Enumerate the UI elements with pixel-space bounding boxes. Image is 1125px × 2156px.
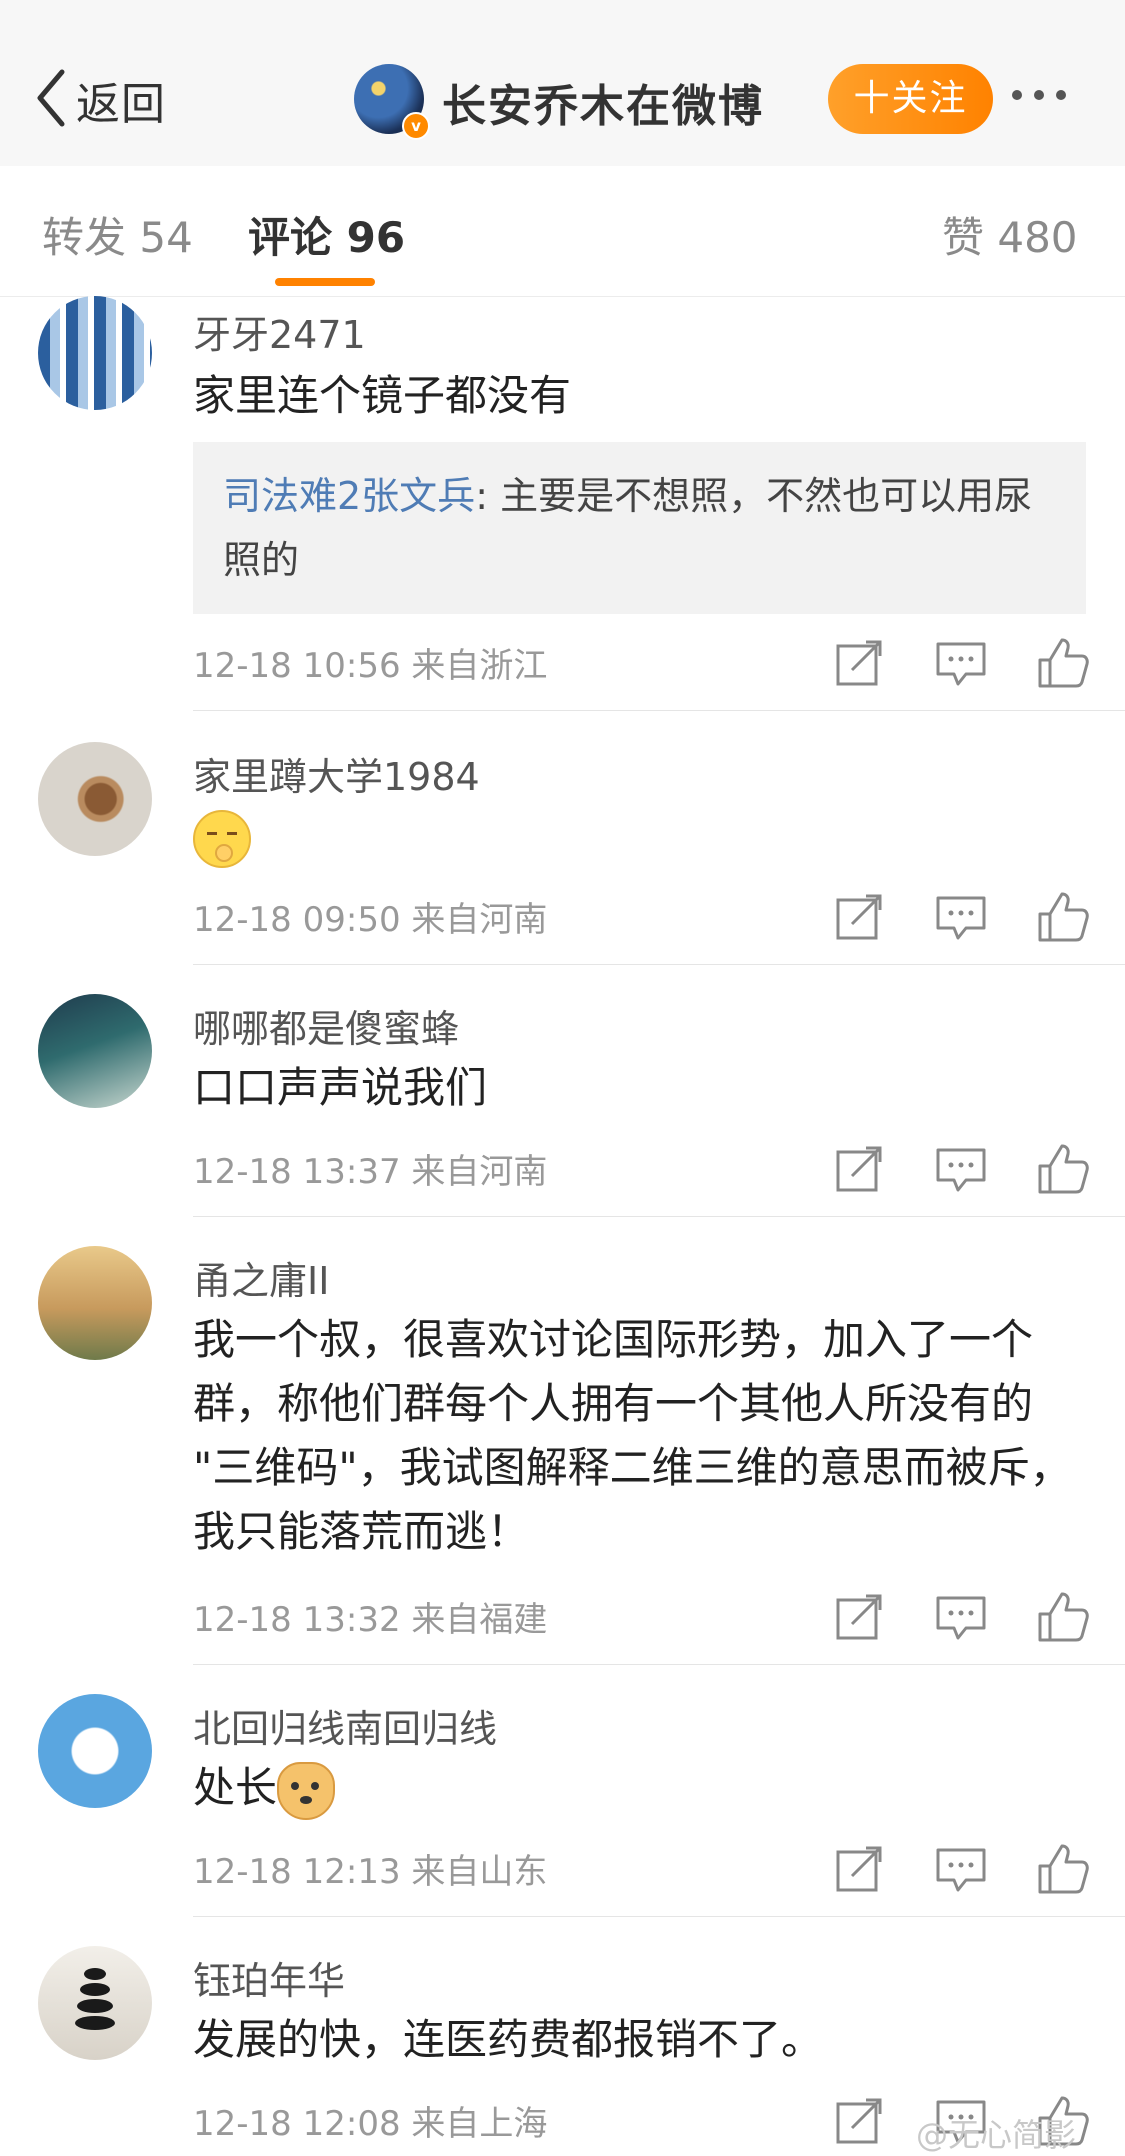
comment-username[interactable]: 北回归线南回归线 [193, 1698, 497, 1753]
comment-time: 12-18 13:37 [193, 1152, 401, 1192]
tab-bar: 转发 54 评论 96 赞 480 [0, 166, 1125, 297]
comment-actions [830, 1140, 1092, 1198]
comment-icon[interactable] [932, 888, 990, 946]
comment-icon[interactable] [932, 1140, 990, 1198]
comment-icon[interactable] [932, 1840, 990, 1898]
comment-actions [830, 1588, 1092, 1646]
comment-username[interactable]: 牙牙2471 [193, 304, 366, 359]
avatar[interactable] [38, 742, 152, 856]
thumbs-up-icon[interactable] [1034, 1140, 1092, 1198]
comment-time: 12-18 12:08 [193, 2104, 401, 2144]
repost-icon[interactable] [830, 1140, 888, 1198]
comment-text: 家里连个镜子都没有 [193, 371, 572, 420]
back-button[interactable]: 返回 [34, 62, 166, 138]
repost-icon[interactable] [830, 634, 888, 692]
comment-username[interactable]: 哪哪都是傻蜜蜂 [193, 998, 459, 1053]
comment-text: 我一个叔，很喜欢讨论国际形势，加入了一个群，称他们群每个人拥有一个其他人所没有的… [193, 1315, 1072, 1556]
thumbs-up-icon[interactable] [1034, 634, 1092, 692]
avatar[interactable] [38, 296, 152, 410]
comment-text: 发展的快，连医药费都报销不了。 [193, 2015, 824, 2064]
repost-icon[interactable] [830, 888, 888, 946]
comment-meta: 12-18 09:50 来自河南 [193, 892, 547, 941]
comment-text [193, 804, 1093, 868]
comment-meta: 12-18 10:56 来自浙江 [193, 638, 547, 687]
comment-text: 口口声声说我们 [193, 1063, 488, 1112]
page-title: 长安乔木在微博 [442, 81, 764, 132]
divider [193, 1664, 1125, 1665]
comment-meta: 12-18 12:13 来自山东 [193, 1844, 547, 1893]
comment-meta: 12-18 13:32 来自福建 [193, 1592, 547, 1641]
back-label: 返回 [76, 79, 166, 130]
comment-location: 来自河南 [411, 1152, 548, 1192]
shush-emoji [193, 809, 251, 868]
active-tab-indicator [275, 278, 375, 286]
comment-location: 来自河南 [411, 900, 548, 940]
comment-time: 12-18 10:56 [193, 646, 401, 686]
comment-meta: 12-18 12:08 来自上海 [193, 2096, 547, 2145]
comment-time: 12-18 12:13 [193, 1852, 401, 1892]
avatar[interactable] [38, 994, 152, 1108]
stones-image [75, 1968, 115, 2038]
tab-repost[interactable]: 转发 54 [42, 204, 193, 265]
comment-username[interactable]: 甬之庸II [193, 1250, 329, 1305]
repost-icon[interactable] [830, 2092, 888, 2150]
tab-comments[interactable]: 评论 96 [248, 204, 405, 265]
reply-username[interactable]: 司法难2张文兵 [223, 474, 475, 518]
comment-location: 来自福建 [411, 1600, 548, 1640]
reply-quote[interactable]: 司法难2张文兵: 主要是不想照，不然也可以用尿照的 [193, 442, 1086, 614]
comment-actions [830, 634, 1092, 692]
avatar[interactable] [38, 1694, 152, 1808]
comment-time: 12-18 13:32 [193, 1600, 401, 1640]
verified-badge-icon: v [402, 112, 430, 140]
comment-actions [830, 888, 1092, 946]
tab-likes[interactable]: 赞 480 [942, 204, 1078, 265]
divider [193, 710, 1125, 711]
chevron-left-icon [34, 68, 68, 132]
top-navbar: 返回 v 长安乔木在微博 十关注 [0, 0, 1125, 167]
avatar[interactable] [38, 1246, 152, 1360]
comment-icon[interactable] [932, 634, 990, 692]
follow-button[interactable]: 十关注 [828, 64, 993, 134]
thumbs-up-icon[interactable] [1034, 1840, 1092, 1898]
comment-meta: 12-18 13:37 来自河南 [193, 1144, 547, 1193]
doge-emoji [277, 1761, 336, 1820]
comment-location: 来自上海 [411, 2104, 548, 2144]
avatar[interactable] [38, 1946, 152, 2060]
comment-actions [830, 1840, 1092, 1898]
divider [193, 964, 1125, 965]
divider [193, 1916, 1125, 1917]
comment-text: 处长 [193, 1756, 1093, 1820]
watermark: @无心简影 [916, 2116, 1077, 2154]
thumbs-up-icon[interactable] [1034, 888, 1092, 946]
comment-location: 来自浙江 [411, 646, 548, 686]
comment-username[interactable]: 钰珀年华 [193, 1950, 345, 2005]
repost-icon[interactable] [830, 1588, 888, 1646]
comment-username[interactable]: 家里蹲大学1984 [193, 746, 480, 801]
repost-icon[interactable] [830, 1840, 888, 1898]
comment-time: 12-18 09:50 [193, 900, 401, 940]
comment-icon[interactable] [932, 1588, 990, 1646]
divider [193, 1216, 1125, 1217]
thumbs-up-icon[interactable] [1034, 1588, 1092, 1646]
comment-location: 来自山东 [411, 1852, 548, 1892]
more-dots-icon[interactable] [1012, 90, 1066, 100]
